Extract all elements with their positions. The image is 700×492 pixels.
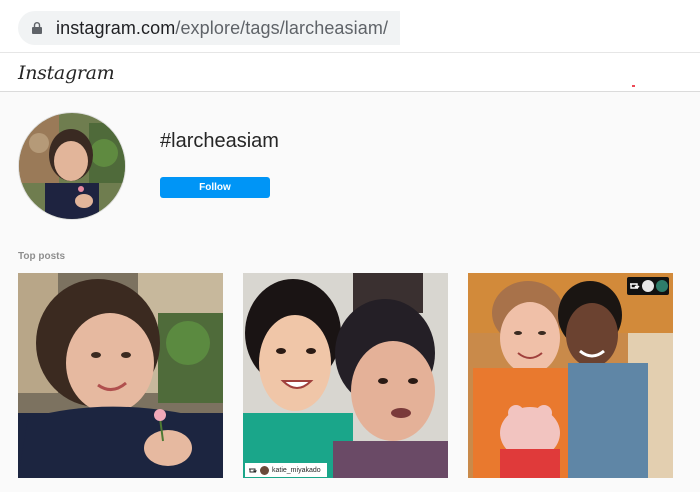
repost-user-avatar: [260, 465, 269, 475]
follow-button[interactable]: Follow: [160, 177, 270, 198]
notification-dot: [632, 85, 635, 87]
post-tile[interactable]: [468, 273, 673, 478]
hashtag-avatar: [18, 112, 126, 220]
url-domain: instagram.com: [56, 18, 176, 38]
url-path: /explore/tags/larcheasiam/: [175, 18, 389, 38]
post-photo-girl-with-flower: [18, 273, 223, 478]
repost-icon: [249, 468, 257, 472]
instagram-header: Instagram: [0, 53, 700, 92]
instagram-logo[interactable]: Instagram: [18, 62, 115, 84]
repost-account-avatar: [642, 280, 654, 292]
repost-username: katie_miyakado: [272, 466, 321, 474]
repost-account-avatar: [656, 280, 668, 292]
avatar-photo: [19, 113, 125, 219]
repost-badge: [627, 277, 669, 295]
repost-icon: [630, 283, 640, 289]
address-bar[interactable]: instagram.com/explore/tags/larcheasiam/: [18, 11, 400, 45]
post-tile[interactable]: [18, 273, 223, 478]
browser-bar: instagram.com/explore/tags/larcheasiam/: [0, 0, 700, 52]
post-photo-two-women-selfie: [243, 273, 448, 478]
repost-tag[interactable]: katie_miyakado: [245, 463, 327, 477]
hashtag-title: #larcheasiam: [160, 130, 279, 152]
lock-icon[interactable]: [32, 22, 42, 34]
url-text[interactable]: instagram.com/explore/tags/larcheasiam/: [56, 17, 388, 39]
top-posts-label: Top posts: [18, 251, 66, 262]
post-tile[interactable]: katie_miyakado: [243, 273, 448, 478]
post-photo-two-women-with-toy: [468, 273, 673, 478]
